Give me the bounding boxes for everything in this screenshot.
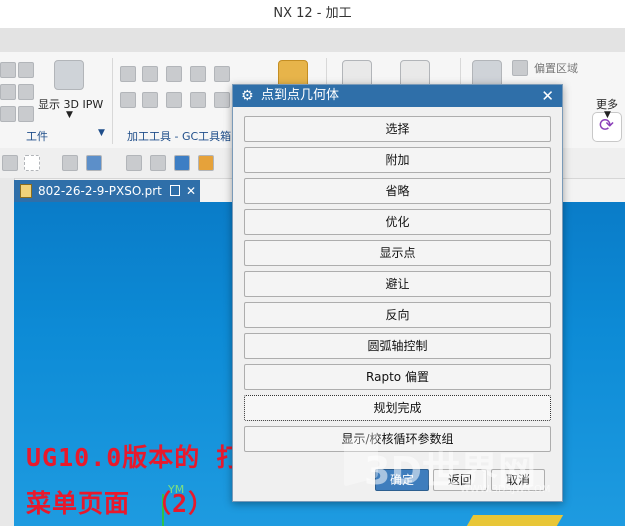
- file-tab-label: 802-26-2-9-PXSO.prt: [38, 184, 162, 198]
- tool-icon[interactable]: [214, 92, 230, 108]
- operation-icon[interactable]: [18, 62, 34, 78]
- part-geometry: [466, 515, 564, 526]
- file-tab[interactable]: 802-26-2-9-PXSO.prt ✕: [14, 180, 200, 202]
- shape-icon[interactable]: [62, 155, 78, 171]
- option-reverse-button[interactable]: 反向: [244, 302, 551, 328]
- option-display-points-button[interactable]: 显示点: [244, 240, 551, 266]
- operation-icon[interactable]: [0, 84, 16, 100]
- operation-icon[interactable]: [0, 62, 16, 78]
- dialog-title: 点到点几何体: [261, 88, 340, 103]
- operation-icon[interactable]: [18, 106, 34, 122]
- chevron-down-icon[interactable]: ▼: [66, 110, 73, 120]
- ribbon-divider: [112, 58, 113, 144]
- offset-region-button[interactable]: 偏置区域: [534, 60, 578, 76]
- view-icon[interactable]: [150, 155, 166, 171]
- overlay-caption-line2: 菜单页面 （2）: [26, 489, 215, 518]
- close-icon[interactable]: ✕: [186, 180, 196, 202]
- tool-icon[interactable]: [142, 66, 158, 82]
- option-omit-button[interactable]: 省略: [244, 178, 551, 204]
- close-icon[interactable]: ✕: [541, 85, 554, 107]
- option-select-button[interactable]: 选择: [244, 116, 551, 142]
- operation-icon[interactable]: [0, 106, 16, 122]
- gear-icon: ⚙: [241, 88, 254, 104]
- option-arc-axis-control-button[interactable]: 圆弧轴控制: [244, 333, 551, 359]
- tool-icon[interactable]: [214, 66, 230, 82]
- tool-icon[interactable]: [190, 66, 206, 82]
- dialog-title-bar: ⚙ 点到点几何体 ✕: [233, 85, 562, 107]
- show-3d-ipw-icon[interactable]: [54, 60, 84, 90]
- ribbon-tab-strip: [0, 28, 625, 53]
- watermark-url: WWW.3DSJW.COM: [460, 484, 551, 495]
- filter-icon[interactable]: [2, 155, 18, 171]
- tool-icon[interactable]: [166, 66, 182, 82]
- chevron-down-icon[interactable]: ▼: [604, 110, 611, 120]
- view-icon[interactable]: [126, 155, 142, 171]
- tool-icon[interactable]: [120, 66, 136, 82]
- tool-icon[interactable]: [120, 92, 136, 108]
- chevron-down-icon[interactable]: ▼: [98, 128, 105, 138]
- tool-icon[interactable]: [142, 92, 158, 108]
- pencil-icon[interactable]: [198, 155, 214, 171]
- option-rapto-offset-button[interactable]: Rapto 偏置: [244, 364, 551, 390]
- tool-icon[interactable]: [190, 92, 206, 108]
- restore-icon[interactable]: [170, 185, 180, 196]
- window-title-bar: NX 12 - 加工: [0, 0, 625, 28]
- option-plan-complete-button[interactable]: 规划完成: [244, 395, 551, 421]
- option-append-button[interactable]: 附加: [244, 147, 551, 173]
- window-title: NX 12 - 加工: [273, 6, 352, 21]
- select-box-icon[interactable]: [24, 155, 40, 171]
- option-avoid-button[interactable]: 避让: [244, 271, 551, 297]
- operation-icon[interactable]: [18, 84, 34, 100]
- offset-region-small-icon[interactable]: [512, 60, 528, 76]
- ribbon-group-label-workpiece: 工件: [26, 130, 48, 143]
- part-file-icon: [20, 184, 32, 198]
- option-optimize-button[interactable]: 优化: [244, 209, 551, 235]
- tool-icon[interactable]: [166, 92, 182, 108]
- resource-bar: [0, 178, 15, 526]
- ribbon-group-label-machining-tools: 加工工具 - GC工具箱: [127, 130, 232, 143]
- cube-icon[interactable]: [86, 155, 102, 171]
- refresh-icon[interactable]: [174, 155, 190, 171]
